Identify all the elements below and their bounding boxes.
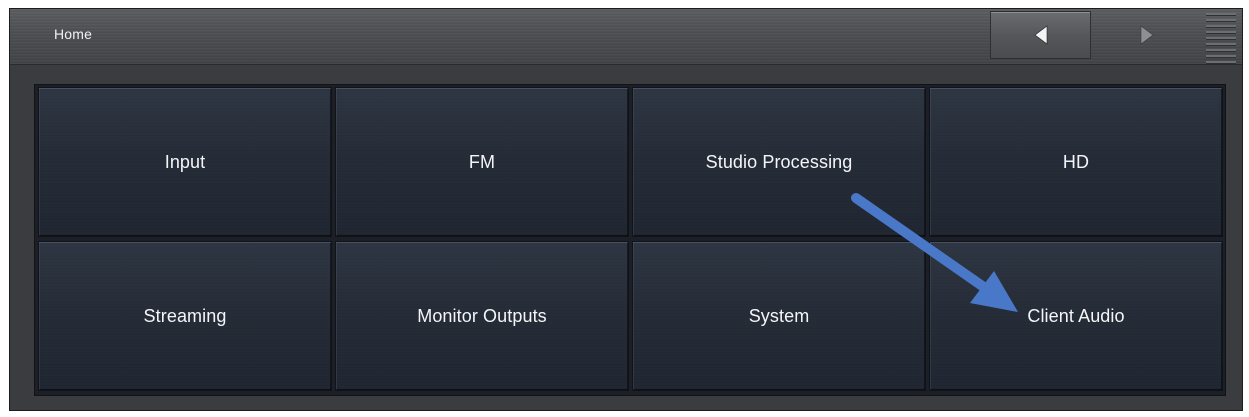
tile-label: HD bbox=[1062, 151, 1090, 172]
tile-grid: Input FM Studio Processing HD Streaming … bbox=[34, 84, 1226, 396]
app-window: Home Input FM Studio Processing HD Strea… bbox=[9, 8, 1243, 411]
tile-fm[interactable]: FM bbox=[335, 87, 629, 237]
tile-monitor-outputs[interactable]: Monitor Outputs bbox=[335, 241, 629, 391]
tile-label: System bbox=[748, 305, 810, 326]
tile-input[interactable]: Input bbox=[38, 87, 332, 237]
forward-button[interactable] bbox=[1102, 11, 1192, 59]
tile-hd[interactable]: HD bbox=[929, 87, 1223, 237]
tile-label: Studio Processing bbox=[705, 151, 853, 172]
tile-studio-processing[interactable]: Studio Processing bbox=[632, 87, 926, 237]
tile-streaming[interactable]: Streaming bbox=[38, 241, 332, 391]
tile-label: Monitor Outputs bbox=[417, 305, 547, 326]
tile-client-audio[interactable]: Client Audio bbox=[929, 241, 1223, 391]
triangle-left-icon bbox=[1034, 25, 1047, 45]
menu-lines-icon[interactable] bbox=[1206, 13, 1236, 64]
top-bar: Home bbox=[10, 9, 1242, 65]
triangle-right-icon bbox=[1140, 25, 1154, 45]
tile-system[interactable]: System bbox=[632, 241, 926, 391]
back-button[interactable] bbox=[990, 11, 1091, 59]
page-title: Home bbox=[54, 26, 93, 42]
tile-label: Streaming bbox=[143, 305, 227, 326]
tile-label: Client Audio bbox=[1027, 305, 1125, 326]
tile-label: FM bbox=[468, 151, 496, 172]
tile-label: Input bbox=[164, 151, 206, 172]
